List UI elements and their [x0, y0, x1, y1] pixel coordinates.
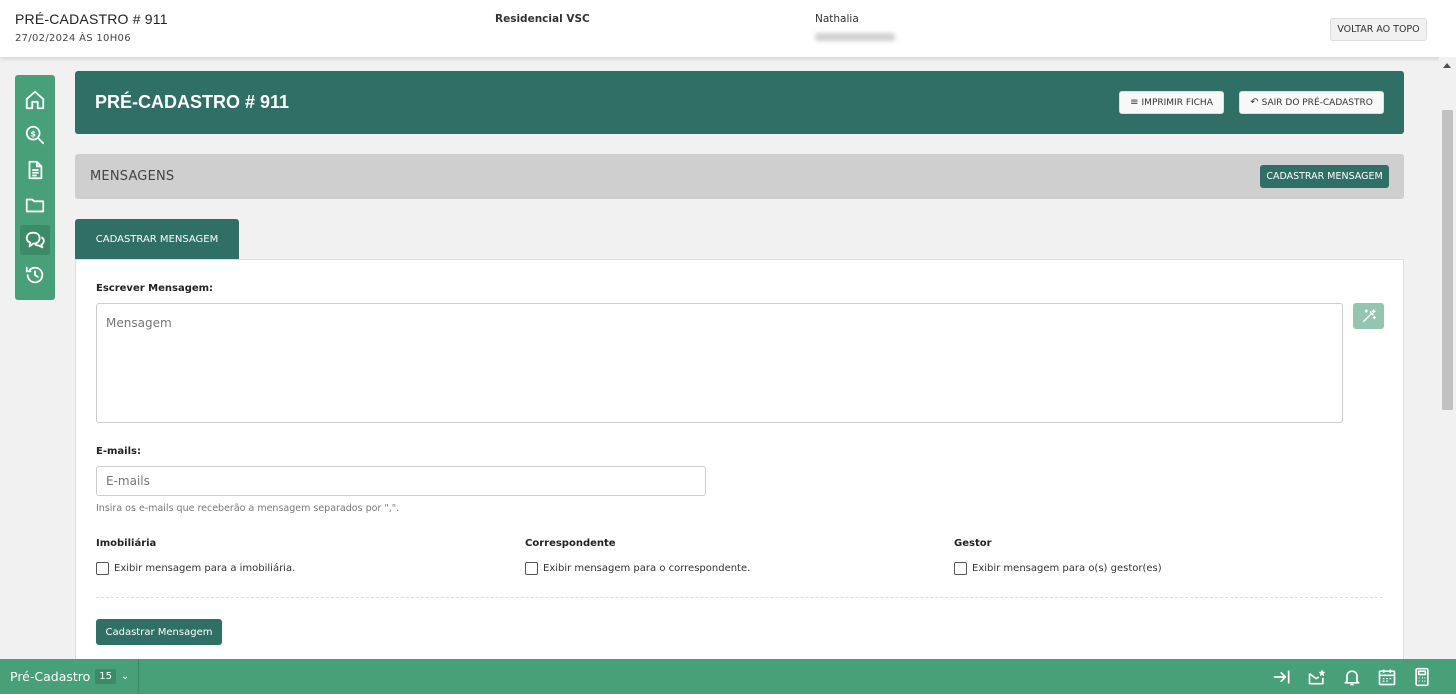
calculator-icon — [1415, 667, 1429, 687]
section-count-badge: 15 — [95, 669, 117, 684]
bell-icon — [1344, 670, 1360, 686]
record-title: PRÉ-CADASTRO # 911 — [15, 11, 168, 27]
project-name: Residencial VSC — [495, 13, 590, 25]
exit-button-label: SAIR DO PRÉ-CADASTRO — [1261, 97, 1373, 108]
calculator-button[interactable] — [1412, 667, 1432, 687]
chat-icon — [25, 231, 45, 249]
correspondent-group-title: Correspondente — [525, 538, 616, 549]
nav-item-documents[interactable] — [20, 155, 50, 185]
bottom-bar: Pré-Cadastro 15 ⌄ — [0, 659, 1456, 694]
realestate-group-title: Imobiliária — [96, 538, 157, 549]
realestate-option[interactable]: Exibir mensagem para a imobiliária. — [96, 562, 295, 575]
section-label: Pré-Cadastro — [10, 669, 91, 684]
calendar-icon — [1378, 669, 1396, 686]
calendar-button[interactable] — [1377, 667, 1397, 687]
correspondent-checkbox-label[interactable]: Exibir mensagem para o correspondente. — [543, 563, 750, 574]
home-icon — [25, 90, 45, 110]
scroll-thumb[interactable] — [1442, 110, 1453, 410]
user-name: Nathalia — [815, 13, 859, 25]
document-icon — [28, 160, 43, 180]
arrow-to-right-icon — [1273, 670, 1290, 684]
messages-section-header: MENSAGENS CADASTRAR MENSAGEM — [75, 154, 1404, 199]
nav-item-messages[interactable] — [20, 225, 50, 255]
envelope-star-button[interactable] — [1307, 667, 1327, 687]
realestate-checkbox[interactable] — [96, 562, 109, 575]
realestate-checkbox-label[interactable]: Exibir mensagem para a imobiliária. — [114, 563, 295, 574]
envelope-star-icon — [1308, 669, 1326, 685]
blurred-info — [815, 33, 895, 41]
back-to-top-button[interactable]: VOLTAR AO TOPO — [1330, 18, 1427, 41]
nav-item-home[interactable] — [20, 85, 50, 115]
folder-icon — [25, 198, 45, 213]
exit-button[interactable]: ↶ SAIR DO PRÉ-CADASTRO — [1239, 91, 1384, 114]
side-nav: $ — [15, 75, 55, 300]
section-selector[interactable]: Pré-Cadastro 15 ⌄ — [0, 659, 139, 694]
message-textarea[interactable] — [96, 303, 1343, 423]
print-button-label: IMPRIMIR FICHA — [1141, 97, 1213, 108]
list-icon: ≡ — [1130, 97, 1139, 108]
manager-checkbox[interactable] — [954, 562, 967, 575]
svg-text:$: $ — [30, 128, 36, 138]
notifications-button[interactable] — [1342, 667, 1362, 687]
history-icon — [25, 266, 44, 284]
correspondent-checkbox[interactable] — [525, 562, 538, 575]
reply-icon: ↶ — [1250, 97, 1259, 108]
manager-group-title: Gestor — [954, 538, 992, 549]
print-button[interactable]: ≡ IMPRIMIR FICHA — [1119, 91, 1224, 114]
nav-item-financial[interactable]: $ — [20, 120, 50, 150]
search-dollar-icon: $ — [25, 125, 45, 145]
emails-input[interactable] — [96, 466, 706, 496]
tab-register-message[interactable]: CADASTRAR MENSAGEM — [75, 219, 239, 259]
nav-item-files[interactable] — [20, 190, 50, 220]
scroll-up-icon[interactable] — [1443, 63, 1451, 68]
correspondent-option[interactable]: Exibir mensagem para o correspondente. — [525, 562, 750, 575]
top-bar: PRÉ-CADASTRO # 911 27/02/2024 ÀS 10H06 R… — [0, 0, 1456, 57]
nav-item-history[interactable] — [20, 260, 50, 290]
magic-wand-button[interactable] — [1353, 303, 1384, 329]
message-label: Escrever Mensagem: — [96, 283, 214, 294]
section-title: MENSAGENS — [90, 169, 175, 184]
message-form: Escrever Mensagem: E-mails: Insira os e-… — [75, 259, 1404, 659]
record-date: 27/02/2024 ÀS 10H06 — [15, 33, 131, 44]
page-header: PRÉ-CADASTRO # 911 ≡ IMPRIMIR FICHA ↶ SA… — [75, 71, 1404, 134]
scrollbar[interactable] — [1439, 57, 1456, 684]
emails-help-text: Insira os e-mails que receberão a mensag… — [96, 503, 400, 514]
page-title: PRÉ-CADASTRO # 911 — [95, 92, 290, 112]
register-message-button[interactable]: CADASTRAR MENSAGEM — [1260, 165, 1389, 188]
submit-message-button[interactable]: Cadastrar Mensagem — [96, 619, 222, 645]
arrow-to-right-button[interactable] — [1272, 667, 1292, 687]
chevron-down-icon: ⌄ — [121, 671, 130, 682]
manager-checkbox-label[interactable]: Exibir mensagem para o(s) gestor(es) — [972, 563, 1162, 574]
emails-label: E-mails: — [96, 446, 141, 457]
magic-wand-icon — [1362, 309, 1376, 323]
manager-option[interactable]: Exibir mensagem para o(s) gestor(es) — [954, 562, 1162, 575]
divider — [96, 597, 1383, 598]
